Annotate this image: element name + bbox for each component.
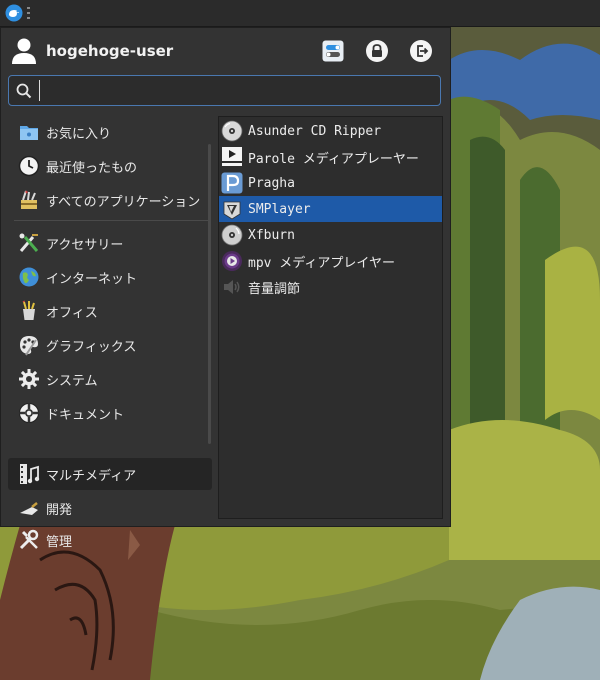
app-parole-media-player[interactable]: Parole メディアプレーヤー bbox=[219, 144, 442, 170]
mpv-icon bbox=[221, 250, 243, 272]
category-label: 開発 bbox=[46, 502, 73, 518]
smplayer-icon bbox=[221, 198, 243, 220]
log-out-button[interactable] bbox=[409, 39, 433, 63]
film-music-icon bbox=[17, 462, 41, 486]
category-documents[interactable]: ドキュメント bbox=[8, 397, 212, 429]
whisker-menu-button[interactable] bbox=[3, 2, 25, 24]
cd-icon bbox=[221, 120, 243, 142]
category-separator bbox=[14, 220, 210, 221]
category-office[interactable]: オフィス bbox=[8, 295, 212, 327]
category-favorites[interactable]: お気に入り bbox=[8, 116, 212, 148]
category-label: アクセサリー bbox=[46, 237, 124, 253]
app-pragha[interactable]: Pragha bbox=[219, 170, 442, 196]
globe-icon bbox=[17, 265, 41, 289]
wrench-screwdriver-icon bbox=[17, 528, 41, 552]
search-icon bbox=[16, 83, 32, 99]
search-box bbox=[8, 75, 441, 106]
category-administration[interactable]: 管理 bbox=[8, 526, 212, 554]
clock-icon bbox=[17, 154, 41, 178]
speaker-icon bbox=[221, 276, 243, 298]
app-label: Pragha bbox=[248, 175, 295, 191]
category-graphics[interactable]: グラフィックス bbox=[8, 329, 212, 361]
category-accessories[interactable]: アクセサリー bbox=[8, 227, 212, 259]
category-label: お気に入り bbox=[46, 126, 112, 142]
settings-button[interactable] bbox=[321, 39, 345, 63]
app-label: 音量調節 bbox=[248, 281, 301, 297]
app-label: SMPlayer bbox=[248, 201, 311, 217]
settings-toggle-icon bbox=[322, 40, 344, 62]
panel-grip-handle[interactable] bbox=[27, 7, 31, 19]
category-all-applications[interactable]: すべてのアプリケーション bbox=[8, 184, 212, 216]
xfce-mouse-icon bbox=[5, 4, 23, 22]
category-label: グラフィックス bbox=[46, 339, 137, 355]
disc-burn-icon bbox=[221, 224, 243, 246]
menu-header: hogehoge-user bbox=[1, 28, 450, 74]
category-label: 管理 bbox=[46, 534, 73, 550]
category-list: お気に入り 最近使ったもの すべてのアプリケーション アクセサリー インターネッ… bbox=[8, 116, 213, 550]
category-label: システム bbox=[46, 373, 98, 389]
accessories-icon bbox=[17, 231, 41, 255]
category-label: ドキュメント bbox=[46, 407, 125, 423]
category-scrollbar[interactable] bbox=[208, 144, 211, 444]
app-volume-control[interactable]: 音量調節 bbox=[219, 274, 442, 300]
help-lifebuoy-icon bbox=[17, 401, 41, 425]
category-label: マルチメディア bbox=[46, 468, 137, 484]
app-asunder-cd-ripper[interactable]: Asunder CD Ripper bbox=[219, 118, 442, 144]
top-panel bbox=[0, 0, 600, 27]
pragha-icon bbox=[221, 172, 243, 194]
logout-icon bbox=[410, 40, 432, 62]
username-label: hogehoge-user bbox=[46, 42, 174, 60]
app-label: Asunder CD Ripper bbox=[248, 123, 382, 139]
application-list: Asunder CD Ripper Parole メディアプレーヤー Pragh… bbox=[218, 116, 443, 519]
app-xfburn[interactable]: Xfburn bbox=[219, 222, 442, 248]
category-label: インターネット bbox=[46, 271, 138, 287]
lock-screen-button[interactable] bbox=[365, 39, 389, 63]
app-label: Xfburn bbox=[248, 227, 295, 243]
category-system[interactable]: システム bbox=[8, 363, 212, 395]
category-label: オフィス bbox=[46, 305, 98, 321]
app-mpv-media-player[interactable]: mpv メディアプレイヤー bbox=[219, 248, 442, 274]
category-label: すべてのアプリケーション bbox=[46, 194, 201, 210]
category-multimedia[interactable]: マルチメディア bbox=[8, 458, 212, 490]
app-label: mpv メディアプレイヤー bbox=[248, 255, 396, 271]
user-avatar-icon bbox=[12, 38, 36, 64]
category-recent[interactable]: 最近使ったもの bbox=[8, 150, 212, 182]
lock-icon bbox=[366, 40, 388, 62]
app-label: Parole メディアプレーヤー bbox=[248, 151, 419, 167]
palette-icon bbox=[17, 333, 41, 357]
category-development[interactable]: 開発 bbox=[8, 492, 212, 524]
trowel-icon bbox=[17, 496, 41, 520]
search-input[interactable] bbox=[39, 80, 435, 101]
office-icon bbox=[17, 299, 41, 323]
application-menu: hogehoge-user お気に入り 最近使ったもの すべてのアプリケーション… bbox=[0, 27, 451, 550]
category-label: 最近使ったもの bbox=[46, 160, 138, 176]
category-internet[interactable]: インターネット bbox=[8, 261, 212, 293]
favorites-folder-icon bbox=[17, 120, 41, 144]
parole-play-icon bbox=[221, 146, 243, 168]
gear-icon bbox=[17, 367, 41, 391]
all-apps-icon bbox=[17, 188, 41, 212]
app-smplayer[interactable]: SMPlayer bbox=[219, 196, 442, 222]
